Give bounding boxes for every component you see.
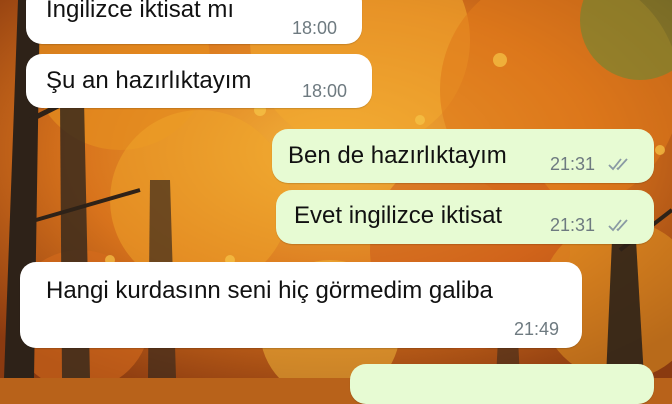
message-outgoing[interactable]: Evet ingilizce iktisat 21:31 xyxy=(276,190,654,244)
message-time: 18:00 xyxy=(302,81,348,101)
read-ticks-icon xyxy=(608,158,628,171)
message-time: 21:31 xyxy=(550,215,596,235)
message-text: Hangi kurdasınn seni hiç görmedim galiba xyxy=(46,277,493,304)
message-time: 21:49 xyxy=(514,319,560,339)
message-time: 21:31 xyxy=(550,154,596,174)
message-outgoing[interactable]: Ben de hazırlıktayım 21:31 xyxy=(272,129,654,183)
message-text: Şu an hazırlıktayım xyxy=(46,67,252,94)
message-incoming[interactable]: Hangi kurdasınn seni hiç görmedim galiba… xyxy=(20,262,582,348)
message-incoming[interactable]: Şu an hazırlıktayım 18:00 xyxy=(26,54,372,108)
read-ticks-icon xyxy=(608,219,628,232)
message-text: İngilizce iktisat mı xyxy=(46,0,235,23)
message-text: Ben de hazırlıktayım xyxy=(288,142,507,169)
message-text: Evet ingilizce iktisat xyxy=(294,202,503,229)
message-outgoing-partial[interactable] xyxy=(350,364,654,404)
message-time: 18:00 xyxy=(292,18,338,38)
message-incoming[interactable]: İngilizce iktisat mı 18:00 xyxy=(26,0,362,44)
